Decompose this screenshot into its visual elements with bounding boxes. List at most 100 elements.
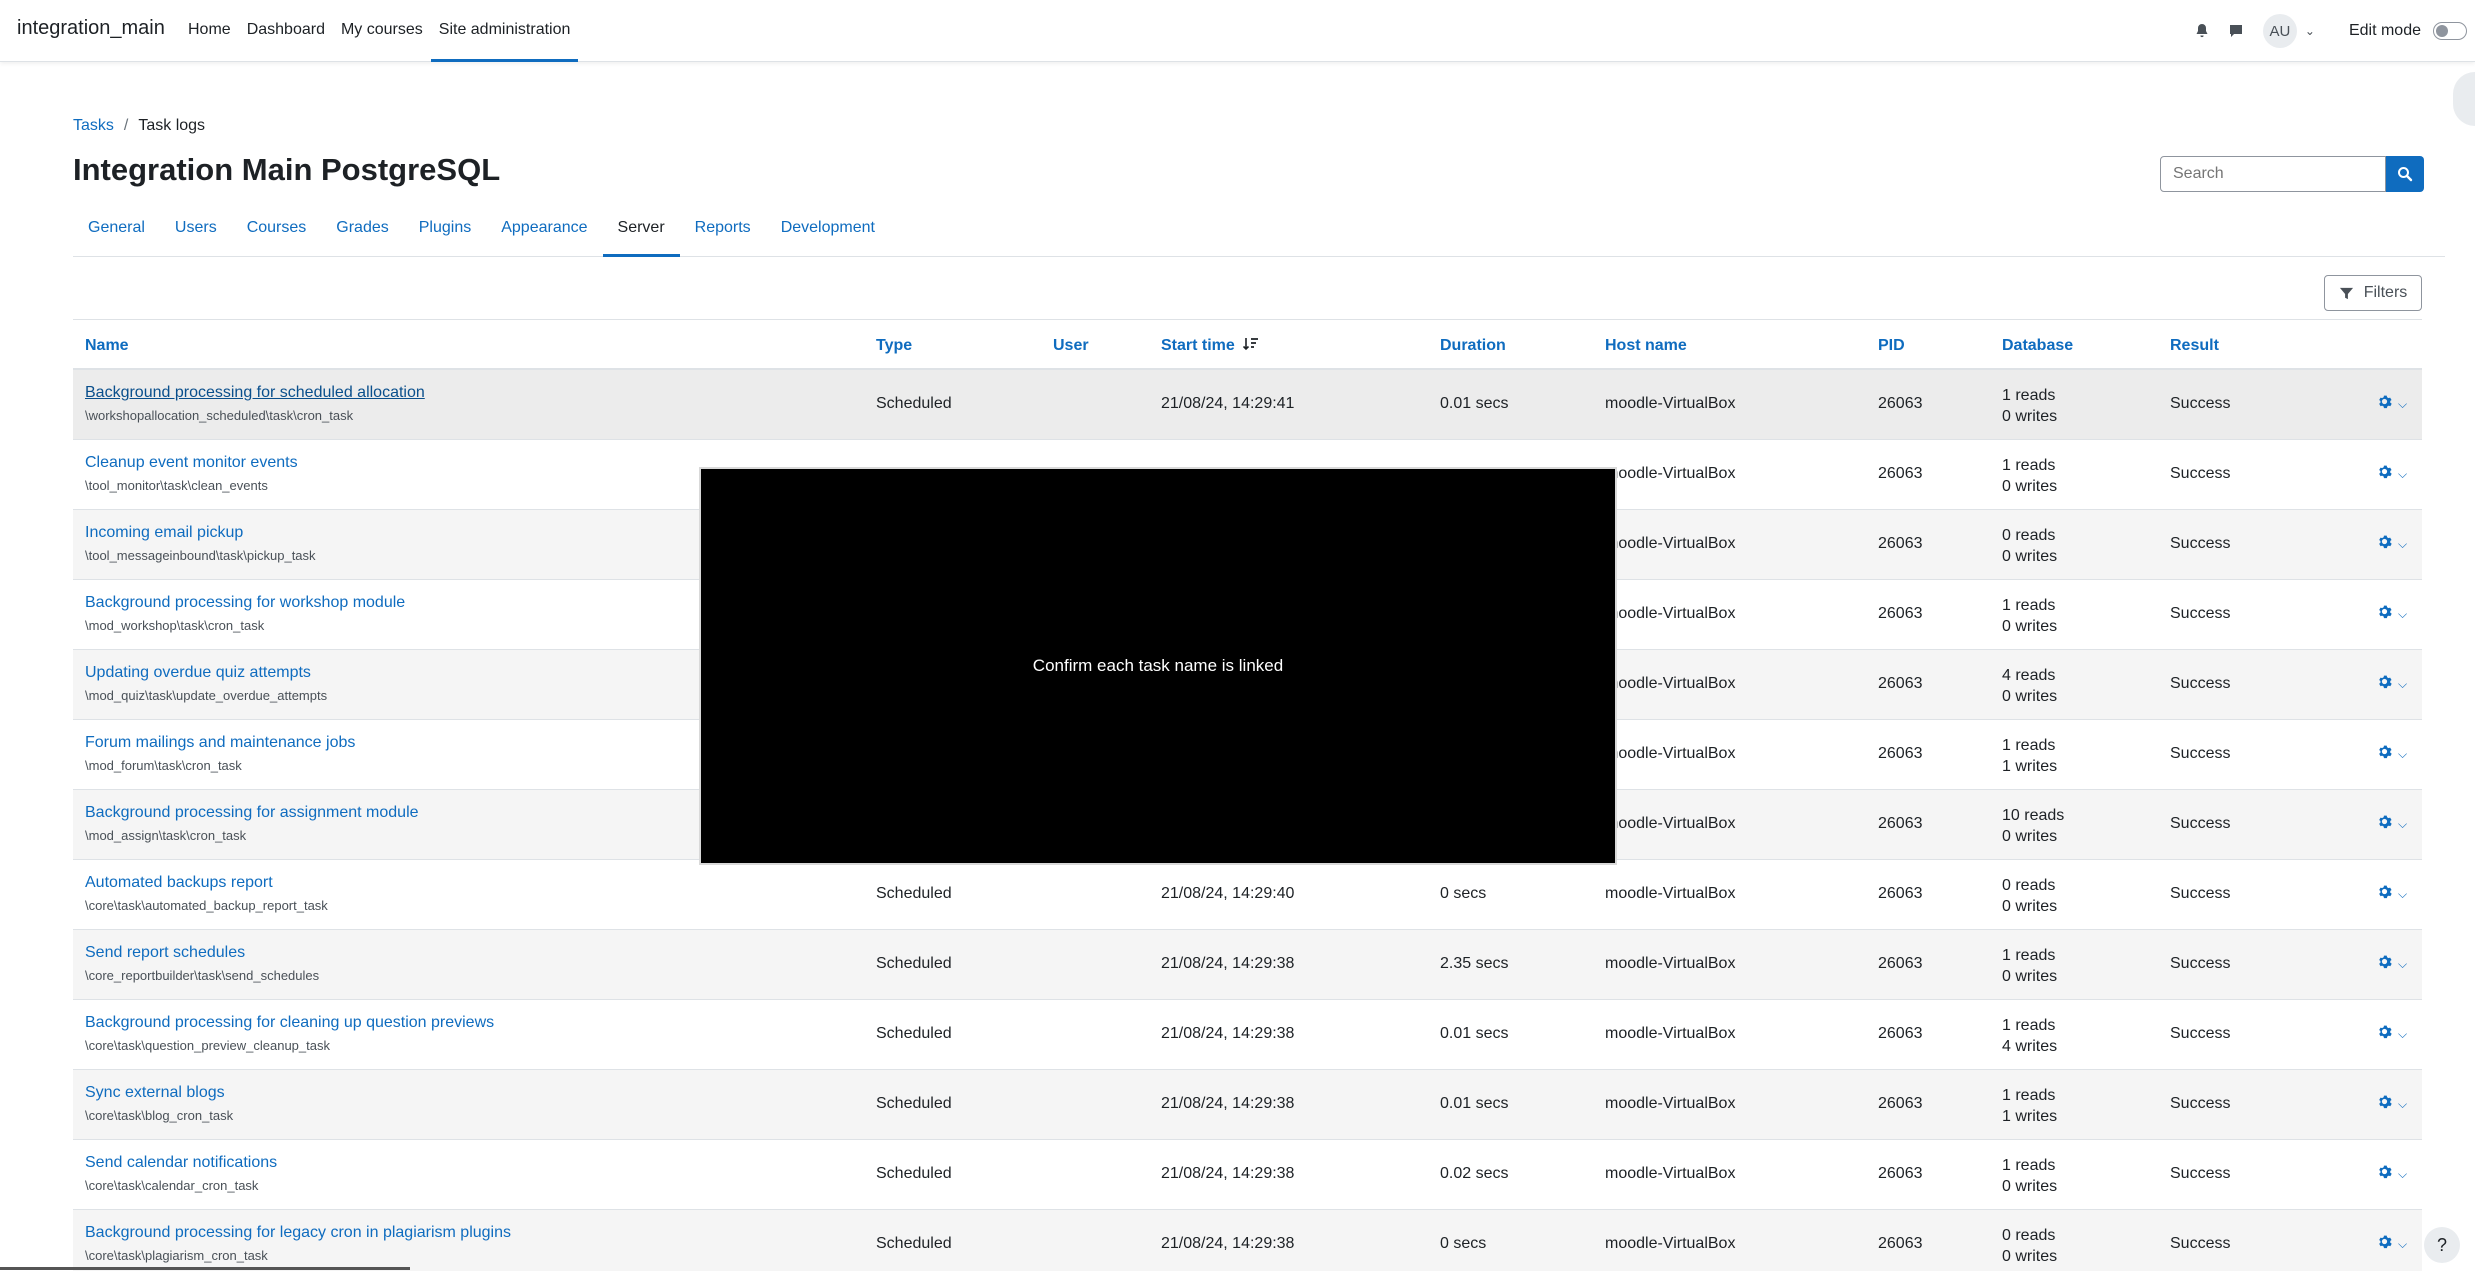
column-header-name[interactable]: Name bbox=[85, 337, 129, 355]
task-result: Success bbox=[2170, 675, 2231, 692]
nav-site-administration[interactable]: Site administration bbox=[430, 0, 579, 62]
row-actions-menu[interactable]: ⌵ bbox=[2377, 744, 2407, 764]
tab-users[interactable]: Users bbox=[160, 205, 232, 257]
task-classname: \mod_forum\task\cron_task bbox=[85, 758, 242, 773]
task-pid: 26063 bbox=[1878, 535, 1923, 552]
task-name-link[interactable]: Send report schedules bbox=[85, 944, 245, 962]
top-navbar: integration_main Home Dashboard My cours… bbox=[0, 0, 2475, 62]
table-row: Background processing for scheduled allo… bbox=[73, 370, 2422, 440]
column-header-start-time[interactable]: Start time bbox=[1161, 337, 1259, 355]
row-actions-menu[interactable]: ⌵ bbox=[2377, 1164, 2407, 1184]
task-classname: \core\task\question_preview_cleanup_task bbox=[85, 1038, 330, 1053]
breadcrumb-tasks[interactable]: Tasks bbox=[73, 117, 114, 135]
task-name-link[interactable]: Background processing for workshop modul… bbox=[85, 594, 405, 612]
task-name-link[interactable]: Incoming email pickup bbox=[85, 524, 243, 542]
task-name-link[interactable]: Forum mailings and maintenance jobs bbox=[85, 734, 355, 752]
task-start-time: 21/08/24, 14:29:38 bbox=[1161, 1095, 1295, 1112]
task-result: Success bbox=[2170, 1165, 2231, 1182]
row-actions-menu[interactable]: ⌵ bbox=[2377, 884, 2407, 904]
row-actions-menu[interactable]: ⌵ bbox=[2377, 534, 2407, 554]
database-reads: 1 reads bbox=[2002, 1157, 2056, 1174]
nav-dashboard[interactable]: Dashboard bbox=[239, 0, 333, 62]
search-button[interactable] bbox=[2386, 156, 2424, 192]
column-header-pid[interactable]: PID bbox=[1878, 337, 1905, 355]
task-start-time: 21/08/24, 14:29:38 bbox=[1161, 1165, 1295, 1182]
row-actions-menu[interactable]: ⌵ bbox=[2377, 464, 2407, 484]
column-header-database[interactable]: Database bbox=[2002, 337, 2073, 355]
task-result: Success bbox=[2170, 535, 2231, 552]
task-name-link[interactable]: Background processing for legacy cron in… bbox=[85, 1224, 511, 1242]
task-start-time: 21/08/24, 14:29:38 bbox=[1161, 1025, 1295, 1042]
column-header-user[interactable]: User bbox=[1053, 337, 1089, 355]
task-name-link[interactable]: Sync external blogs bbox=[85, 1084, 225, 1102]
row-actions-menu[interactable]: ⌵ bbox=[2377, 674, 2407, 694]
row-actions-menu[interactable]: ⌵ bbox=[2377, 954, 2407, 974]
tab-grades[interactable]: Grades bbox=[321, 205, 403, 257]
nav-home[interactable]: Home bbox=[180, 0, 239, 62]
row-actions-menu[interactable]: ⌵ bbox=[2377, 1094, 2407, 1114]
edit-mode-toggle[interactable] bbox=[2433, 22, 2467, 40]
chevron-down-icon[interactable]: ⌄ bbox=[2305, 24, 2315, 38]
horizontal-scrollbar[interactable] bbox=[0, 1267, 410, 1270]
tab-plugins[interactable]: Plugins bbox=[404, 205, 486, 257]
navbar-user-area: AU ⌄ Edit mode bbox=[2185, 0, 2475, 62]
database-writes: 0 writes bbox=[2002, 688, 2058, 705]
column-header-duration[interactable]: Duration bbox=[1440, 337, 1506, 355]
tab-general[interactable]: General bbox=[73, 205, 160, 257]
task-name-link[interactable]: Updating overdue quiz attempts bbox=[85, 664, 311, 682]
help-button[interactable]: ? bbox=[2424, 1227, 2460, 1263]
chevron-down-icon: ⌵ bbox=[2398, 1236, 2408, 1251]
tab-courses[interactable]: Courses bbox=[232, 205, 322, 257]
column-header-result[interactable]: Result bbox=[2170, 337, 2219, 355]
task-result: Success bbox=[2170, 1025, 2231, 1042]
user-avatar[interactable]: AU bbox=[2262, 14, 2297, 48]
search-input[interactable] bbox=[2160, 156, 2386, 192]
tab-reports[interactable]: Reports bbox=[680, 205, 766, 257]
site-brand[interactable]: integration_main bbox=[17, 17, 165, 40]
task-name-link[interactable]: Automated backups report bbox=[85, 874, 273, 892]
task-name-link[interactable]: Background processing for assignment mod… bbox=[85, 804, 419, 822]
chat-icon[interactable] bbox=[2219, 14, 2253, 48]
row-actions-menu[interactable]: ⌵ bbox=[2377, 1234, 2407, 1254]
task-name-link[interactable]: Cleanup event monitor events bbox=[85, 454, 298, 472]
task-database: 1 reads 4 writes bbox=[2002, 1015, 2057, 1057]
filters-button[interactable]: Filters bbox=[2324, 275, 2422, 311]
task-name-link[interactable]: Background processing for cleaning up qu… bbox=[85, 1014, 494, 1032]
nav-my-courses[interactable]: My courses bbox=[333, 0, 431, 62]
gear-icon bbox=[2377, 814, 2392, 834]
database-reads: 1 reads bbox=[2002, 387, 2056, 404]
tab-development[interactable]: Development bbox=[766, 205, 890, 257]
drawer-toggle-handle[interactable] bbox=[2453, 72, 2475, 126]
task-name-link[interactable]: Send calendar notifications bbox=[85, 1154, 277, 1172]
database-reads: 1 reads bbox=[2002, 597, 2056, 614]
column-header-host-name[interactable]: Host name bbox=[1605, 337, 1687, 355]
task-database: 4 reads 0 writes bbox=[2002, 665, 2057, 707]
task-classname: \workshopallocation_scheduled\task\cron_… bbox=[85, 408, 354, 423]
task-type: Scheduled bbox=[876, 1165, 952, 1182]
breadcrumb-current: Task logs bbox=[138, 117, 206, 134]
task-classname: \tool_monitor\task\clean_events bbox=[85, 478, 268, 493]
task-pid: 26063 bbox=[1878, 605, 1923, 622]
table-row: Background processing for cleaning up qu… bbox=[73, 1000, 2422, 1070]
gear-icon bbox=[2377, 1164, 2392, 1184]
row-actions-menu[interactable]: ⌵ bbox=[2377, 604, 2407, 624]
row-actions-menu[interactable]: ⌵ bbox=[2377, 814, 2407, 834]
task-name-link[interactable]: Background processing for scheduled allo… bbox=[85, 384, 425, 402]
task-pid: 26063 bbox=[1878, 815, 1923, 832]
task-pid: 26063 bbox=[1878, 675, 1923, 692]
task-classname: \core\task\calendar_cron_task bbox=[85, 1178, 259, 1193]
database-writes: 1 writes bbox=[2002, 758, 2058, 775]
column-header-type[interactable]: Type bbox=[876, 337, 912, 355]
row-actions-menu[interactable]: ⌵ bbox=[2377, 394, 2407, 414]
task-pid: 26063 bbox=[1878, 1165, 1923, 1182]
tab-appearance[interactable]: Appearance bbox=[486, 205, 602, 257]
task-result: Success bbox=[2170, 465, 2231, 482]
row-actions-menu[interactable]: ⌵ bbox=[2377, 1024, 2407, 1044]
table-header: Name Type User Start time Duration Host … bbox=[73, 319, 2422, 370]
gear-icon bbox=[2377, 674, 2392, 694]
task-result: Success bbox=[2170, 955, 2231, 972]
bell-icon[interactable] bbox=[2185, 14, 2219, 48]
table-row: Sync external blogs \core\task\blog_cron_… bbox=[73, 1070, 2422, 1140]
gear-icon bbox=[2377, 1094, 2392, 1114]
tab-server[interactable]: Server bbox=[602, 205, 680, 257]
